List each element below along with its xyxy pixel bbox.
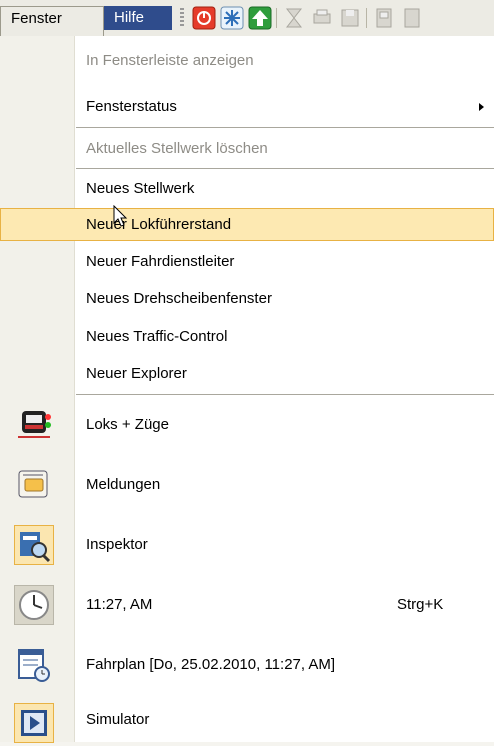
menu-separator (76, 168, 494, 169)
menu-item-label: Neues Drehscheibenfenster (86, 290, 272, 307)
menu-item-inspektor[interactable]: Inspektor (0, 520, 494, 570)
inspector-icon (14, 525, 54, 565)
fenster-dropdown-menu: In Fensterleiste anzeigen Fensterstatus … (0, 36, 494, 743)
menu-item-meldungen[interactable]: Meldungen (0, 460, 494, 510)
menu-item-label: Fahrplan [Do, 25.02.2010, 11:27, AM] (86, 656, 336, 673)
menu-item-uhr[interactable]: 11:27, AM Strg+K (0, 580, 494, 630)
up-arrow-icon[interactable] (248, 6, 272, 30)
timetable-icon (16, 647, 52, 683)
menu-item-label: Neues Stellwerk (86, 180, 195, 197)
menu-hilfe-label: Hilfe (114, 9, 145, 26)
menu-item-loks-zuege[interactable]: Loks + Züge (0, 400, 494, 450)
mouse-cursor-icon (113, 205, 128, 227)
menu-item-label: Neuer Fahrdienstleiter (86, 253, 235, 270)
locomotive-icon (16, 407, 52, 443)
snowflake-icon[interactable] (220, 6, 244, 30)
menu-item-label: 11:27, AM (86, 596, 153, 613)
submenu-arrow-icon (479, 103, 484, 111)
menu-item-stellwerk-loeschen[interactable]: Aktuelles Stellwerk löschen (0, 134, 494, 164)
print-icon[interactable] (310, 6, 334, 30)
menubar: Fenster Hilfe (0, 0, 494, 37)
floppy-icon[interactable] (338, 6, 362, 30)
menu-item-label: Fensterstatus (86, 98, 177, 115)
toolbar-grip[interactable] (180, 8, 184, 28)
menu-item-neues-traffic-control[interactable]: Neues Traffic-Control (0, 321, 494, 353)
stop-icon[interactable] (192, 6, 216, 30)
menu-item-label: Inspektor (86, 536, 148, 553)
menu-item-label: Simulator (86, 711, 150, 728)
menu-separator (76, 394, 494, 395)
menu-item-label: Neues Traffic-Control (86, 328, 228, 345)
menu-item-label: Loks + Züge (86, 416, 169, 433)
menu-item-label: Neuer Lokführerstand (86, 216, 232, 233)
menu-fenster-label: Fenster (11, 10, 62, 27)
menu-item-label: Meldungen (86, 476, 161, 493)
menu-hilfe[interactable]: Hilfe (104, 6, 172, 30)
device-icon[interactable] (372, 6, 396, 30)
menu-item-fahrplan[interactable]: Fahrplan [Do, 25.02.2010, 11:27, AM] (0, 640, 494, 690)
menu-item-simulator[interactable]: Simulator (0, 700, 494, 743)
menu-item-neuer-lokfuehrerstand[interactable]: Neuer Lokführerstand (0, 205, 494, 241)
menu-item-fensterstatus[interactable]: Fensterstatus (0, 92, 494, 122)
menu-item-neuer-explorer[interactable]: Neuer Explorer (0, 358, 494, 390)
menu-separator (76, 127, 494, 128)
menu-item-shortcut: Strg+K (397, 596, 444, 613)
menu-item-neues-drehscheibenfenster[interactable]: Neues Drehscheibenfenster (0, 283, 494, 315)
clock-icon (14, 585, 54, 625)
messages-icon (16, 467, 52, 503)
menu-fenster[interactable]: Fenster (0, 6, 104, 36)
device-icon-2[interactable] (400, 6, 424, 30)
hourglass-icon[interactable] (282, 6, 306, 30)
menu-item-neues-stellwerk[interactable]: Neues Stellwerk (0, 173, 494, 205)
menu-item-label: In Fensterleiste anzeigen (86, 52, 254, 69)
menu-item-in-fensterleiste[interactable]: In Fensterleiste anzeigen (0, 52, 494, 88)
menu-item-neuer-fahrdienstleiter[interactable]: Neuer Fahrdienstleiter (0, 246, 494, 278)
menu-item-label: Aktuelles Stellwerk löschen (86, 140, 268, 157)
menu-item-label: Neuer Explorer (86, 365, 187, 382)
simulator-icon (14, 703, 54, 743)
